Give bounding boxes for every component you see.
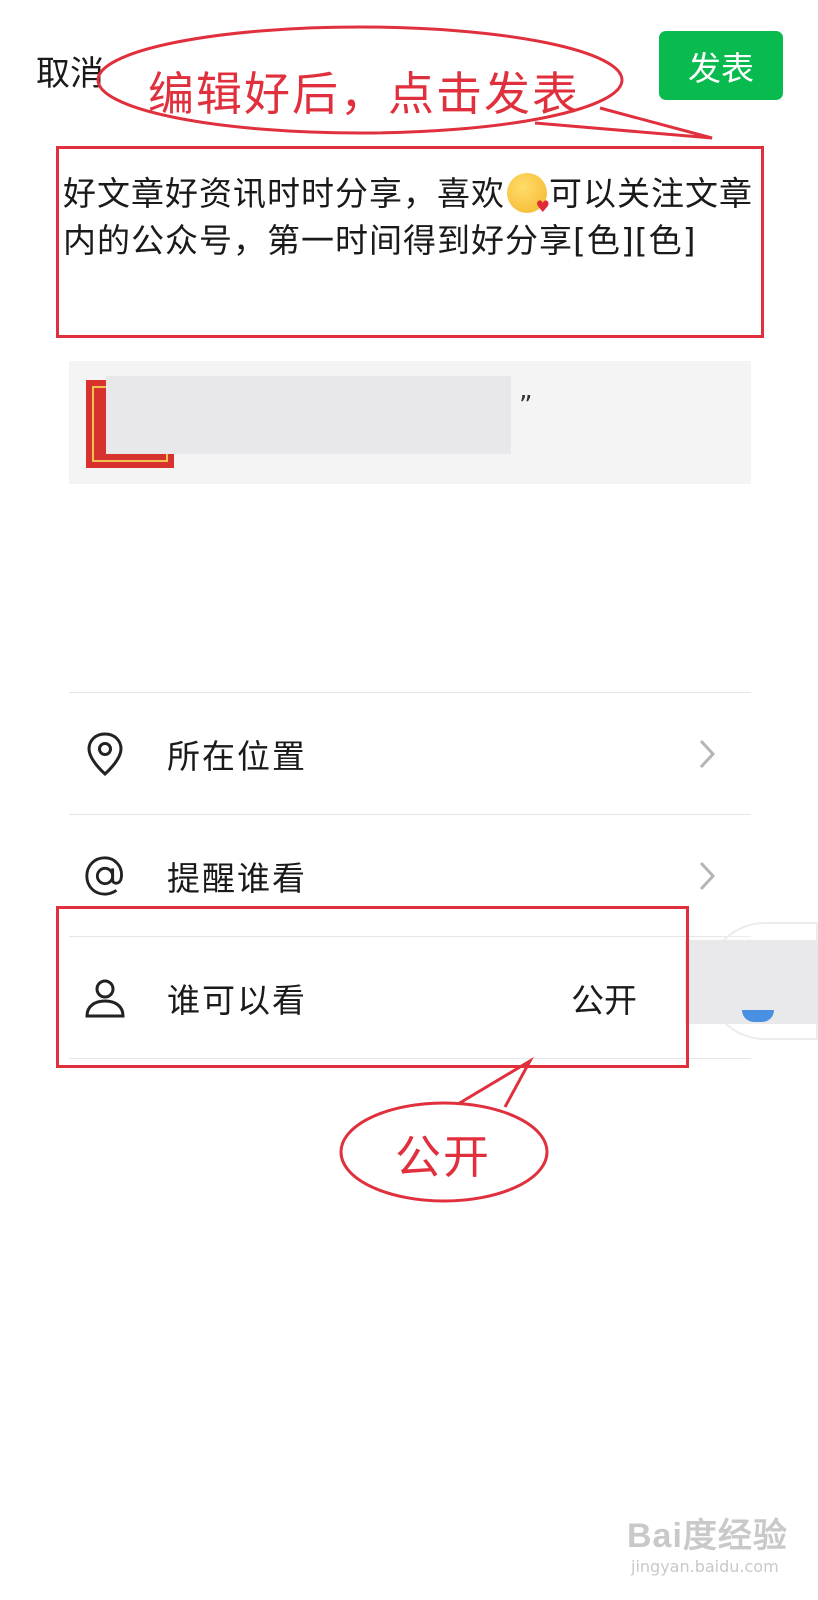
watermark-url: jingyan.baidu.com — [631, 1557, 779, 1576]
post-text-highlight-box — [56, 146, 764, 338]
watermark-logo: Bai度经验 — [627, 1517, 788, 1555]
bottom-callout-text: 公开 — [395, 1130, 491, 1184]
top-callout-text: 编辑好后，点击发表 — [148, 67, 580, 121]
visibility-highlight-box — [56, 906, 689, 1068]
watermark: Bai度经验 jingyan.baidu.com — [627, 1508, 788, 1576]
